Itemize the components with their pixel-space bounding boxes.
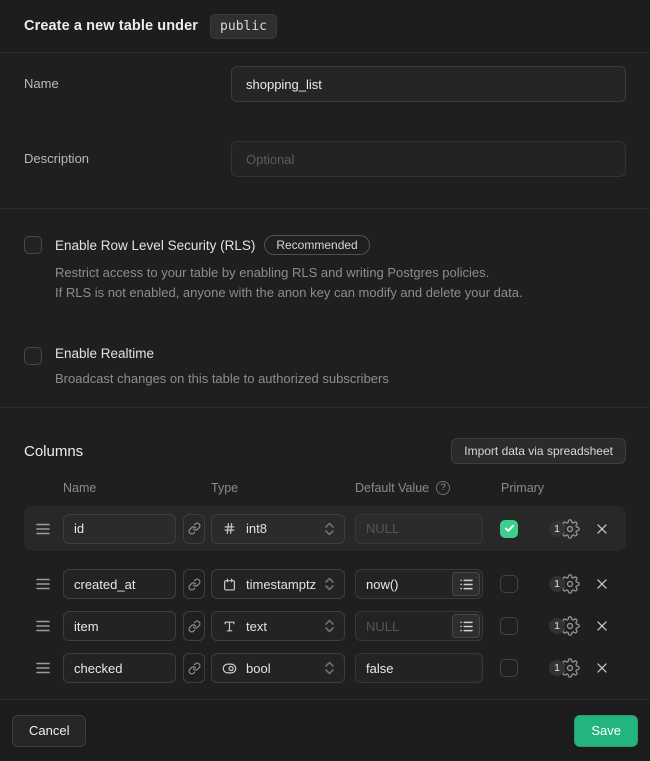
- bool-icon: [221, 662, 237, 675]
- hash-icon: [221, 522, 237, 535]
- remove-column-icon[interactable]: [595, 619, 609, 633]
- column-type-select[interactable]: timestamptz: [211, 569, 345, 599]
- columns-header-row: Columns Import data via spreadsheet: [24, 438, 626, 464]
- default-value-input[interactable]: [355, 653, 483, 683]
- column-name-input[interactable]: [63, 653, 176, 683]
- rls-label: Enable Row Level Security (RLS): [55, 238, 255, 253]
- description-form-row: Description: [24, 141, 626, 177]
- rls-description: Restrict access to your table by enablin…: [55, 263, 523, 303]
- cancel-button[interactable]: Cancel: [12, 715, 86, 747]
- settings-count-badge: 1: [549, 521, 565, 537]
- name-form-row: Name: [24, 66, 626, 102]
- chevron-up-down-icon: [324, 576, 335, 592]
- column-settings-button[interactable]: 1: [549, 616, 580, 636]
- realtime-checkbox[interactable]: [24, 347, 42, 365]
- column-name-input[interactable]: [63, 611, 176, 641]
- primary-checkbox[interactable]: [500, 617, 518, 635]
- realtime-toggle-block: Enable Realtime Broadcast changes on thi…: [24, 346, 626, 389]
- column-type-value: bool: [246, 661, 324, 676]
- drag-handle-icon[interactable]: [24, 620, 63, 632]
- realtime-label: Enable Realtime: [55, 346, 154, 361]
- import-spreadsheet-button[interactable]: Import data via spreadsheet: [451, 438, 626, 464]
- header-type: Type: [211, 481, 238, 495]
- calendar-icon: [221, 578, 237, 591]
- rls-title-row: Enable Row Level Security (RLS) Recommen…: [55, 235, 523, 255]
- column-name-input[interactable]: [63, 569, 176, 599]
- header-default-value: Default Value ?: [355, 481, 450, 495]
- column-row: timestamptz 1: [24, 563, 626, 605]
- column-type-value: int8: [246, 521, 324, 536]
- realtime-title-row: Enable Realtime: [55, 346, 389, 361]
- realtime-text-block: Enable Realtime Broadcast changes on thi…: [55, 346, 389, 389]
- table-info-section: Name Description: [0, 53, 650, 209]
- name-label: Name: [24, 66, 231, 102]
- foreign-key-link-icon[interactable]: [183, 653, 205, 683]
- description-label: Description: [24, 141, 231, 177]
- column-name-input[interactable]: [63, 514, 176, 544]
- column-settings-button[interactable]: 1: [549, 658, 580, 678]
- column-settings-button[interactable]: 1: [549, 574, 580, 594]
- rls-text-block: Enable Row Level Security (RLS) Recommen…: [55, 235, 523, 303]
- column-grid-headers: Name Type Default Value ? Primary: [24, 481, 626, 495]
- text-icon: [221, 620, 237, 633]
- dialog-header: Create a new table under public: [0, 0, 650, 53]
- options-section: Enable Row Level Security (RLS) Recommen…: [0, 209, 650, 408]
- default-value-wrap: [355, 611, 483, 641]
- default-value-wrap: [355, 514, 483, 544]
- column-settings-button[interactable]: 1: [549, 519, 580, 539]
- default-value-input[interactable]: [355, 514, 483, 544]
- table-name-input[interactable]: [231, 66, 626, 102]
- schema-badge: public: [210, 14, 277, 39]
- column-row: text 1: [24, 605, 626, 647]
- column-row: int8 1: [24, 506, 626, 551]
- default-value-menu-icon[interactable]: [452, 572, 480, 596]
- default-value-menu-icon[interactable]: [452, 614, 480, 638]
- header-primary: Primary: [501, 481, 544, 495]
- foreign-key-link-icon[interactable]: [183, 569, 205, 599]
- column-type-select[interactable]: bool: [211, 653, 345, 683]
- create-table-dialog: Create a new table under public Name Des…: [0, 0, 650, 761]
- column-row: bool 1: [24, 647, 626, 689]
- default-value-wrap: [355, 653, 483, 683]
- column-rows: int8 1: [24, 506, 626, 689]
- column-type-select[interactable]: text: [211, 611, 345, 641]
- column-type-value: timestamptz: [246, 577, 324, 592]
- remove-column-icon[interactable]: [595, 661, 609, 675]
- table-description-input[interactable]: [231, 141, 626, 177]
- primary-checkbox[interactable]: [500, 575, 518, 593]
- columns-section: Columns Import data via spreadsheet Name…: [0, 408, 650, 700]
- dialog-title: Create a new table under: [24, 18, 198, 34]
- remove-column-icon[interactable]: [595, 522, 609, 536]
- column-type-select[interactable]: int8: [211, 514, 345, 544]
- columns-heading: Columns: [24, 443, 83, 460]
- chevron-up-down-icon: [324, 618, 335, 634]
- realtime-description: Broadcast changes on this table to autho…: [55, 369, 389, 389]
- save-button[interactable]: Save: [574, 715, 638, 747]
- primary-checkbox[interactable]: [500, 659, 518, 677]
- drag-handle-icon[interactable]: [24, 662, 63, 674]
- settings-count-badge: 1: [549, 618, 565, 634]
- column-type-value: text: [246, 619, 324, 634]
- settings-count-badge: 1: [549, 576, 565, 592]
- remove-column-icon[interactable]: [595, 577, 609, 591]
- drag-handle-icon[interactable]: [24, 578, 63, 590]
- rls-toggle-block: Enable Row Level Security (RLS) Recommen…: [24, 235, 626, 303]
- rls-checkbox[interactable]: [24, 236, 42, 254]
- default-value-wrap: [355, 569, 483, 599]
- recommended-badge: Recommended: [264, 235, 369, 255]
- primary-checkbox[interactable]: [500, 520, 518, 538]
- settings-count-badge: 1: [549, 660, 565, 676]
- foreign-key-link-icon[interactable]: [183, 514, 205, 544]
- chevron-up-down-icon: [324, 660, 335, 676]
- dialog-footer: Cancel Save: [0, 700, 650, 761]
- header-name: Name: [63, 481, 96, 495]
- help-circle-icon[interactable]: ?: [436, 481, 450, 495]
- drag-handle-icon[interactable]: [24, 523, 63, 535]
- foreign-key-link-icon[interactable]: [183, 611, 205, 641]
- chevron-up-down-icon: [324, 521, 335, 537]
